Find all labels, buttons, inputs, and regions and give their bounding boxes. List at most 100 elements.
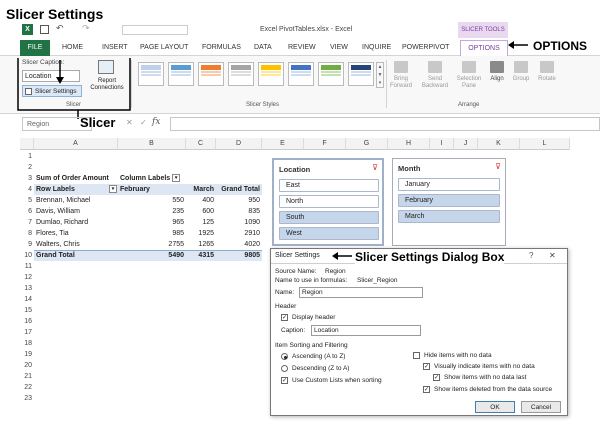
pivot-cell[interactable]: 835 [216,206,260,217]
pivot-cell[interactable]: 985 [118,228,184,239]
pivot-row-name[interactable]: Brennan, Michael [36,195,90,206]
column-header[interactable]: F [304,138,346,150]
row-header[interactable]: 13 [20,283,34,294]
pivot-cell[interactable]: 550 [118,195,184,206]
caption-input[interactable]: Location [311,325,421,336]
pivot-row-name[interactable]: Walters, Chris [36,239,80,250]
row-header[interactable]: 6 [20,206,34,217]
pivot-cell[interactable]: 965 [118,217,184,228]
column-header[interactable]: I [430,138,454,150]
rotate-button[interactable]: Rotate [535,76,559,83]
gallery-scroll[interactable]: ▲ ▼ ▾ [376,62,384,88]
clear-filter-icon[interactable]: ⊽ [495,162,501,171]
row-header[interactable]: 23 [20,393,34,404]
redo-icon[interactable]: ↷ [82,23,90,34]
pivot-cell[interactable]: 1090 [216,217,260,228]
show-deleted-checkbox[interactable]: ✓ [423,386,430,393]
slicer-style-swatch[interactable] [258,62,284,86]
pivot-cell[interactable]: 4020 [216,239,260,250]
slicer-style-swatch[interactable] [348,62,374,86]
pivot-cell[interactable]: 9805 [216,250,260,261]
column-header[interactable]: J [454,138,478,150]
row-header[interactable]: 9 [20,239,34,250]
pivot-cell[interactable]: 600 [186,206,214,217]
pivot-cell[interactable]: 950 [216,195,260,206]
tab-home[interactable]: HOME [62,44,83,51]
pivot-sum-label[interactable]: Sum of Order Amount [36,173,109,184]
pivot-cell[interactable]: 1925 [186,228,214,239]
hide-no-data-checkbox[interactable] [413,352,420,359]
tab-view[interactable]: VIEW [330,44,348,51]
column-header[interactable]: D [216,138,262,150]
slicer-item[interactable]: South [279,211,379,224]
tab-insert[interactable]: INSERT [102,44,128,51]
column-header[interactable]: H [388,138,430,150]
select-all-corner[interactable] [20,138,34,150]
row-header[interactable]: 18 [20,338,34,349]
pivot-cell[interactable]: 125 [186,217,214,228]
insert-function-icon[interactable]: fx [152,117,160,127]
tab-options[interactable]: OPTIONS [460,40,508,56]
slicer-item[interactable]: January [398,178,500,191]
pivot-cell[interactable]: 4315 [186,250,214,261]
pivot-row-name[interactable]: Flores, Tia [36,228,69,239]
pivot-cell[interactable]: 5490 [118,250,184,261]
row-header[interactable]: 7 [20,217,34,228]
cancel-button[interactable]: Cancel [521,401,561,413]
cancel-entry-icon[interactable]: ✕ [126,118,133,127]
group-button[interactable]: Group [510,76,532,83]
row-header[interactable]: 5 [20,195,34,206]
row-filter-icon[interactable]: ▾ [109,185,117,193]
pivot-cell[interactable]: 2755 [118,239,184,250]
tab-file[interactable]: FILE [20,40,50,56]
column-header[interactable]: B [118,138,186,150]
bring-forward-button[interactable]: Bring Forward [386,76,416,90]
slicer-item[interactable]: East [279,179,379,192]
slicer-location[interactable]: Location ⊽ East North South West [272,158,384,246]
slicer-item[interactable]: North [279,195,379,208]
pivot-grand-total-label[interactable]: Grand Total [36,250,75,261]
pivot-cell[interactable]: 2910 [216,228,260,239]
pivot-row-name[interactable]: Dumlao, Richard [36,217,88,228]
slicer-style-swatch[interactable] [228,62,254,86]
name-input[interactable]: Region [299,287,423,298]
tab-powerpivot[interactable]: POWERPIVOT [402,44,449,51]
pivot-row-name[interactable]: Davis, William [36,206,80,217]
row-header[interactable]: 17 [20,327,34,338]
slicer-style-swatch[interactable] [198,62,224,86]
slicer-month[interactable]: Month ⊽ January February March [392,158,506,246]
formula-input[interactable] [170,117,600,131]
row-header[interactable]: 22 [20,382,34,393]
row-header[interactable]: 20 [20,360,34,371]
ascending-radio[interactable] [281,353,288,360]
column-header[interactable]: E [262,138,304,150]
custom-lists-checkbox[interactable]: ✓ [281,377,288,384]
slicer-settings-dialog[interactable]: Slicer Settings ? ✕ Source Name: Region … [270,248,568,416]
show-no-data-last-checkbox[interactable]: ✓ [433,374,440,381]
close-icon[interactable]: ✕ [549,251,556,260]
row-header[interactable]: 12 [20,272,34,283]
align-button[interactable]: Align [486,76,508,83]
pivot-cell[interactable]: 400 [186,195,214,206]
enter-entry-icon[interactable]: ✓ [140,118,147,127]
row-header[interactable]: 3 [20,173,34,184]
row-header[interactable]: 16 [20,316,34,327]
row-header[interactable]: 11 [20,261,34,272]
slicer-style-swatch[interactable] [168,62,194,86]
slicer-style-swatch[interactable] [288,62,314,86]
pivot-cell[interactable]: 1265 [186,239,214,250]
undo-icon[interactable]: ↶ [56,23,64,34]
row-header[interactable]: 1 [20,151,34,162]
column-header[interactable]: K [478,138,520,150]
help-icon[interactable]: ? [529,251,533,260]
descending-radio[interactable] [281,365,288,372]
clear-filter-icon[interactable]: ⊽ [372,163,378,172]
filter-icon[interactable]: ▾ [172,174,181,183]
row-header[interactable]: 14 [20,294,34,305]
pivot-row-labels[interactable]: Row Labels ▾ [36,184,118,195]
ok-button[interactable]: OK [475,401,515,413]
pivot-column-labels[interactable]: Column Labels ▾ [120,173,181,184]
column-header[interactable]: A [34,138,118,150]
send-backward-button[interactable]: Send Backward [418,76,452,90]
indicate-no-data-checkbox[interactable]: ✓ [423,363,430,370]
